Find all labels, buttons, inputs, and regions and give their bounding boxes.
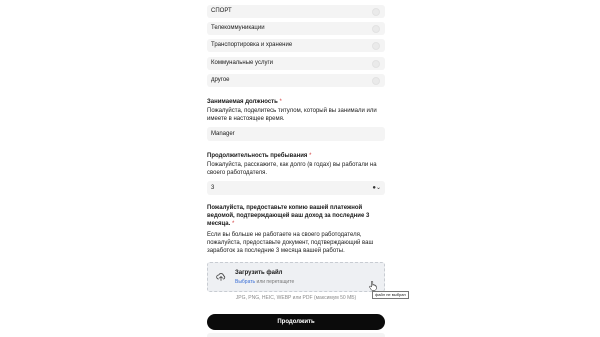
required-mark: * [309, 153, 312, 159]
radio-button[interactable] [372, 60, 380, 68]
upload-title: Загрузить файл [235, 270, 283, 276]
duration-select[interactable]: 3 ●⌄ [207, 181, 385, 195]
question-title-text: Продолжительность пребывания [207, 153, 308, 159]
option-label: другое [211, 77, 230, 83]
file-upload-dropzone[interactable]: Загрузить файл Выбрать или перетащите [207, 262, 385, 292]
duration-question-title: Продолжительность пребывания * [207, 152, 385, 160]
duration-question-description: Пожалуйста, расскажите, как долго (в год… [207, 162, 377, 176]
upload-formats-hint: JPG, PNG, HEIC, WEBP или PDF (максимум 5… [235, 295, 357, 301]
cloud-upload-icon [216, 273, 226, 281]
position-question-description: Пожалуйста, поделитесь титулом, который … [207, 108, 377, 122]
position-input-value: Manager [211, 131, 235, 137]
radio-button[interactable] [372, 8, 380, 16]
industry-option-telecom[interactable]: Телекоммуникации [207, 22, 385, 35]
option-label: Телекоммуникации [211, 25, 265, 31]
industry-option-transport[interactable]: Транспортировка и хранение [207, 39, 385, 52]
industry-option-utilities[interactable]: Коммунальные услуги [207, 57, 385, 70]
question-title-text: Занимаемая должность [207, 99, 278, 105]
file-tooltip: файл не выбран [372, 291, 409, 299]
position-question-title: Занимаемая должность * [207, 98, 385, 106]
next-field-edge [207, 333, 385, 337]
chevron-down-icon[interactable]: ⌄ [376, 185, 381, 191]
upload-actions: Выбрать или перетащите [235, 279, 294, 286]
option-label: Транспортировка и хранение [211, 42, 293, 48]
select-controls: ●⌄ [372, 184, 381, 192]
option-label: Коммунальные услуги [211, 60, 274, 66]
radio-button[interactable] [372, 42, 380, 50]
hand-pointer-icon [369, 281, 377, 291]
continue-button[interactable]: Продолжить [207, 314, 385, 330]
payslip-question-description: Если вы больше не работаете на своего ра… [207, 232, 374, 254]
required-mark: * [231, 221, 235, 227]
radio-button[interactable] [372, 77, 380, 85]
drag-hint: или перетащите [256, 279, 295, 285]
duration-select-value: 3 [211, 185, 215, 191]
option-label: СПОРТ [211, 8, 232, 14]
radio-button[interactable] [372, 25, 380, 33]
choose-file-link[interactable]: Выбрать [235, 279, 255, 285]
industry-option-other[interactable]: другое [207, 74, 385, 87]
payslip-question-title: Пожалуйста, предоставьте копию вашей пла… [207, 204, 385, 228]
industry-option-sport[interactable]: СПОРТ [207, 5, 385, 18]
required-mark: * [279, 99, 282, 105]
position-input[interactable]: Manager [207, 127, 385, 141]
